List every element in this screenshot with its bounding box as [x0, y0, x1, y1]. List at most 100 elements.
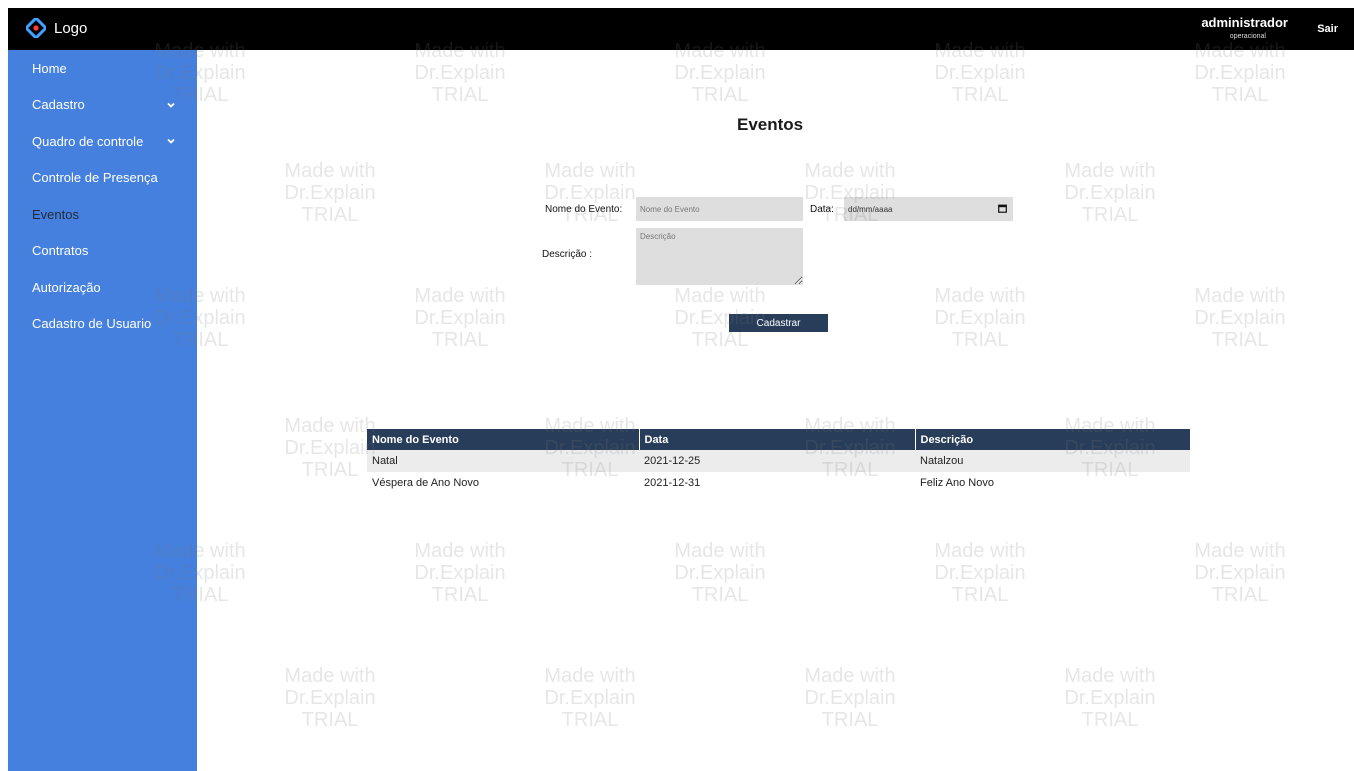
- watermark-line: TRIAL: [301, 709, 359, 731]
- table-row[interactable]: Véspera de Ano Novo 2021-12-31 Feliz Ano…: [367, 472, 1190, 494]
- watermark-line: Made with: [1194, 540, 1286, 562]
- cell-date: 2021-12-25: [639, 450, 915, 472]
- watermark-line: Dr.Explain: [1064, 687, 1156, 709]
- chevron-down-icon: [167, 102, 175, 108]
- description-input[interactable]: [636, 228, 803, 285]
- watermark-line: Dr.Explain: [1194, 562, 1286, 584]
- sidebar-item-autorizacao[interactable]: Autorização: [8, 269, 197, 306]
- page-title: Eventos: [737, 115, 804, 134]
- table-header-row: Nome do Evento Data Descrição: [367, 429, 1190, 450]
- watermark-line: Dr.Explain: [284, 687, 376, 709]
- user-role: operacional: [1229, 33, 1266, 40]
- sidebar-item-cadastro-de-usuario[interactable]: Cadastro de Usuario: [8, 306, 197, 343]
- watermark-line: TRIAL: [1081, 204, 1139, 226]
- sidebar-item-cadastro[interactable]: Cadastro: [8, 87, 197, 124]
- sidebar-item-eventos[interactable]: Eventos: [8, 196, 197, 233]
- watermark-line: Dr.Explain: [1064, 182, 1156, 204]
- logo-text: Logo: [54, 19, 88, 37]
- watermark-line: Made with: [284, 665, 376, 687]
- watermark-line: Dr.Explain: [934, 62, 1026, 84]
- user-info: administrador operacional: [1201, 15, 1288, 40]
- watermark-text: Made withDr.ExplainTRIAL: [270, 665, 390, 731]
- logout-link[interactable]: Sair: [1317, 23, 1338, 35]
- watermark-line: Made with: [414, 540, 506, 562]
- sidebar-item-controle-de-presenca[interactable]: Controle de Presença: [8, 160, 197, 197]
- watermark-line: Made with: [284, 160, 376, 182]
- sidebar-item-quadro-de-controle[interactable]: Quadro de controle: [8, 123, 197, 160]
- cell-description: Natalzou: [915, 450, 1190, 472]
- watermark-line: Dr.Explain: [414, 562, 506, 584]
- column-header-event-name[interactable]: Nome do Evento: [367, 429, 640, 450]
- watermark-line: TRIAL: [691, 84, 749, 106]
- event-name-input[interactable]: [636, 197, 803, 221]
- watermark-text: Made withDr.ExplainTRIAL: [530, 665, 650, 731]
- sidebar-item-contratos[interactable]: Contratos: [8, 233, 197, 270]
- watermark-line: TRIAL: [691, 584, 749, 606]
- column-header-description[interactable]: Descrição: [915, 429, 1190, 450]
- watermark-line: Dr.Explain: [804, 687, 896, 709]
- sidebar-item-label: Home: [32, 60, 67, 76]
- watermark-text: Made withDr.ExplainTRIAL: [920, 540, 1040, 606]
- watermark-line: Made with: [1064, 160, 1156, 182]
- watermark-line: Dr.Explain: [544, 687, 636, 709]
- watermark-line: Made with: [1194, 285, 1286, 307]
- date-input[interactable]: dd/mm/aaaa: [844, 197, 1013, 221]
- calendar-icon[interactable]: [998, 204, 1007, 213]
- watermark-line: TRIAL: [1081, 709, 1139, 731]
- watermark-text: Made withDr.ExplainTRIAL: [1050, 160, 1170, 226]
- date-label: Data:: [810, 204, 834, 215]
- sidebar-item-label: Quadro de controle: [32, 133, 144, 149]
- cadastrar-button[interactable]: Cadastrar: [729, 314, 828, 332]
- watermark-line: TRIAL: [951, 84, 1009, 106]
- watermark-line: Made with: [544, 665, 636, 687]
- watermark-line: TRIAL: [431, 84, 489, 106]
- watermark-text: Made withDr.ExplainTRIAL: [660, 540, 780, 606]
- watermark-line: Dr.Explain: [414, 62, 506, 84]
- sidebar-item-label: Cadastro: [32, 97, 85, 113]
- watermark-line: TRIAL: [951, 584, 1009, 606]
- watermark-line: TRIAL: [951, 329, 1009, 351]
- description-label: Descrição :: [542, 249, 593, 260]
- cell-date: 2021-12-31: [639, 472, 915, 494]
- watermark-text: Made withDr.ExplainTRIAL: [400, 285, 520, 351]
- watermark-line: TRIAL: [431, 329, 489, 351]
- watermark-line: Dr.Explain: [674, 62, 766, 84]
- watermark-line: Dr.Explain: [1194, 62, 1286, 84]
- top-bar: Logo administrador operacional Sair: [8, 8, 1354, 50]
- watermark-line: TRIAL: [1211, 84, 1269, 106]
- watermark-line: Made with: [934, 285, 1026, 307]
- watermark-text: Made withDr.ExplainTRIAL: [790, 665, 910, 731]
- column-header-date[interactable]: Data: [639, 429, 916, 450]
- table-row[interactable]: Natal 2021-12-25 Natalzou: [367, 450, 1190, 472]
- cell-event-name: Véspera de Ano Novo: [367, 472, 639, 494]
- watermark-line: Made with: [804, 160, 896, 182]
- watermark-line: TRIAL: [691, 329, 749, 351]
- sidebar-item-home[interactable]: Home: [8, 50, 197, 87]
- sidebar-item-label: Cadastro de Usuario: [32, 316, 152, 332]
- watermark-line: Dr.Explain: [934, 562, 1026, 584]
- watermark-line: Dr.Explain: [284, 182, 376, 204]
- watermark-line: Made with: [674, 285, 766, 307]
- watermark-text: Made withDr.ExplainTRIAL: [270, 160, 390, 226]
- watermark-text: Made withDr.ExplainTRIAL: [530, 160, 650, 226]
- watermark-line: Made with: [414, 285, 506, 307]
- watermark-layer: Made with Dr.Explain TRIAL Made with Dr.Expl…: [0, 0, 1354, 771]
- watermark-line: Dr.Explain: [1194, 307, 1286, 329]
- sidebar-item-label: Contratos: [32, 243, 89, 259]
- watermark-line: Made with: [544, 160, 636, 182]
- watermark-text: Made withDr.ExplainTRIAL: [400, 540, 520, 606]
- event-name-label: Nome do Evento:: [545, 204, 623, 215]
- watermark-line: Made with: [804, 665, 896, 687]
- watermark-line: TRIAL: [821, 709, 879, 731]
- logo[interactable]: Logo: [26, 18, 87, 38]
- cell-description: Feliz Ano Novo: [915, 472, 1190, 494]
- watermark-line: Dr.Explain: [674, 562, 766, 584]
- sidebar-item-label: Controle de Presença: [32, 170, 158, 186]
- logo-diamond-icon: [26, 18, 46, 38]
- watermark-line: TRIAL: [301, 204, 359, 226]
- events-table: Nome do Evento Data Descrição Natal 2021…: [367, 429, 1190, 494]
- watermark-text: Made withDr.ExplainTRIAL: [1180, 285, 1300, 351]
- chevron-down-icon: [167, 139, 175, 145]
- user-name: administrador: [1201, 15, 1288, 30]
- sidebar-item-label: Autorização: [32, 279, 101, 295]
